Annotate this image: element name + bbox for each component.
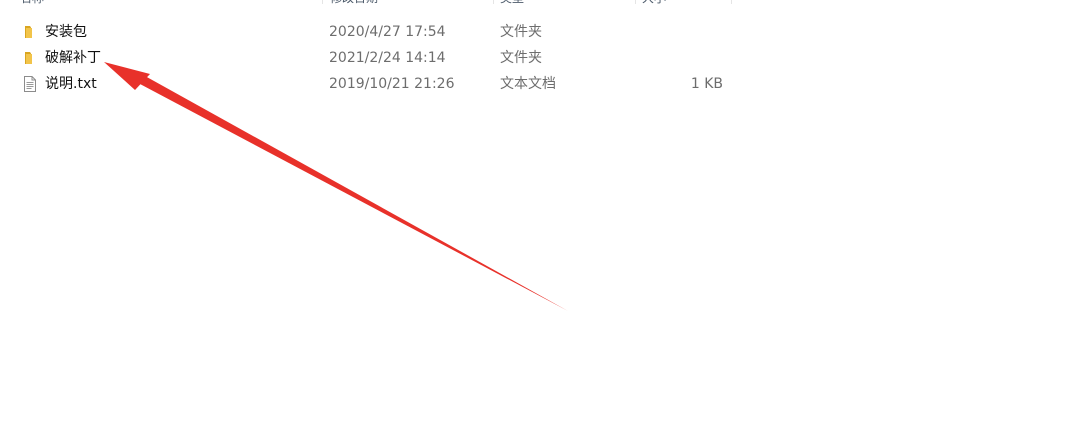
column-header-name[interactable]: 名称 — [16, 0, 316, 10]
column-separator[interactable] — [731, 0, 732, 4]
file-row-readme-txt[interactable]: 说明.txt 2019/10/21 21:26 文本文档 1 KB — [16, 72, 736, 96]
file-row-patch-folder[interactable]: 破解补丁 2021/2/24 14:14 文件夹 — [16, 46, 736, 70]
file-date-modified: 2020/4/27 17:54 — [329, 24, 446, 40]
text-file-icon — [22, 76, 38, 92]
file-type: 文件夹 — [500, 24, 542, 40]
file-date-modified: 2021/2/24 14:14 — [329, 50, 446, 66]
file-type: 文件夹 — [500, 50, 542, 66]
column-separator[interactable] — [493, 0, 494, 4]
file-type: 文本文档 — [500, 76, 556, 92]
column-header-type[interactable]: 类型 — [496, 0, 631, 10]
folder-icon — [22, 24, 38, 40]
file-size: 1 KB — [690, 76, 723, 92]
folder-icon — [22, 50, 38, 66]
file-row-installer-folder[interactable]: 安装包 2020/4/27 17:54 文件夹 — [16, 20, 736, 44]
file-date-modified: 2019/10/21 21:26 — [329, 76, 455, 92]
file-name: 说明.txt — [45, 76, 97, 92]
explorer-file-pane: 名称 修改日期 类型 大小 安装包 2020/4/27 17:54 文件夹 — [0, 0, 1080, 444]
file-name: 安装包 — [45, 24, 87, 40]
file-name: 破解补丁 — [45, 50, 101, 66]
column-header-size[interactable]: 大小 — [638, 0, 728, 10]
column-header-date-modified[interactable]: 修改日期 — [326, 0, 491, 10]
column-separator[interactable] — [635, 0, 636, 4]
column-separator[interactable] — [322, 0, 323, 4]
column-header: 名称 修改日期 类型 大小 — [0, 0, 740, 10]
